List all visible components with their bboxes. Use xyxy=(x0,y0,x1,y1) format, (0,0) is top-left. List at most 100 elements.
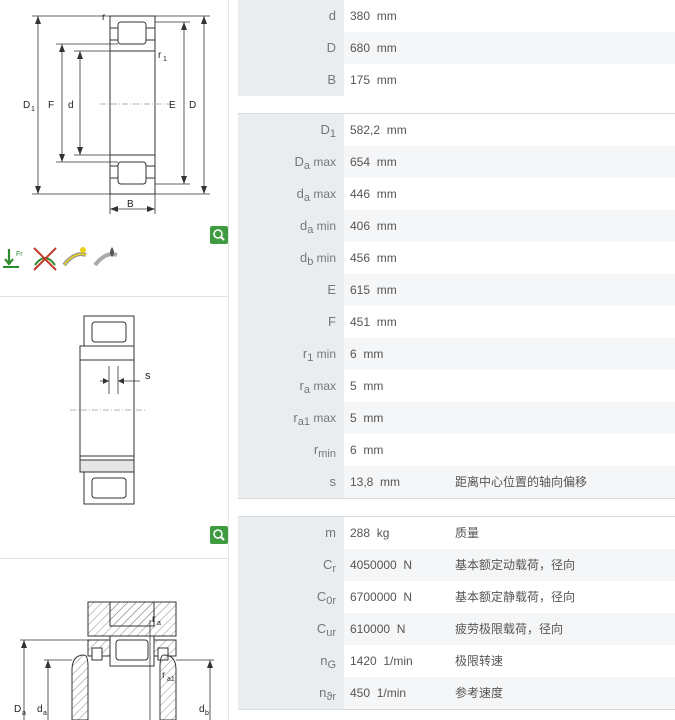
param-description: 基本额定静载荷，径向 xyxy=(455,590,576,604)
symbol-sub: r xyxy=(332,563,336,575)
symbol-suffix: min xyxy=(313,347,336,361)
symbol-main: C xyxy=(316,621,327,636)
param-value: 288 kg xyxy=(350,517,389,549)
param-value: 6700000 N xyxy=(350,581,412,613)
value-unit: mm xyxy=(363,411,384,425)
symbol-main: C xyxy=(316,589,327,604)
value-number: 6700000 xyxy=(350,590,397,604)
param-symbol: nϑr xyxy=(238,677,344,709)
value-number: 380 xyxy=(350,9,371,23)
param-symbol: nG xyxy=(238,645,344,677)
table-row: D1 582,2 mm xyxy=(238,114,675,146)
value-unit: mm xyxy=(363,347,384,361)
value-number: 406 xyxy=(350,219,371,233)
param-value: 456 mm xyxy=(350,242,397,274)
table-row: m 288 kg 质量 xyxy=(238,517,675,549)
value-unit: 1/min xyxy=(376,686,407,700)
axial-displacement-drawing: s xyxy=(70,315,151,505)
param-description: 极限转速 xyxy=(455,654,504,668)
symbol-suffix: max xyxy=(309,379,336,393)
param-value: 406 mm xyxy=(350,210,397,242)
value-unit: mm xyxy=(376,315,397,329)
param-symbol: s xyxy=(238,466,344,498)
param-symbol: Da max xyxy=(238,146,344,178)
value-number: 451 xyxy=(350,315,371,329)
param-value: 615 mm xyxy=(350,274,397,306)
value-unit: mm xyxy=(376,73,397,87)
load-rating-icon[interactable]: Fr xyxy=(1,245,29,273)
label-B: B xyxy=(127,199,134,210)
drawings-panel: r r 1 D 1 F d E D B Fr s r a r a1 D a d … xyxy=(0,0,232,720)
value-number: 6 xyxy=(350,443,357,457)
symbol-sub: ϑr xyxy=(326,691,336,703)
value-unit: N xyxy=(396,622,406,636)
symbol-main: D xyxy=(326,40,336,55)
svg-text:Fr: Fr xyxy=(16,251,23,258)
param-symbol: d xyxy=(238,0,344,32)
table-row: ra1 max 5 mm xyxy=(238,402,675,434)
label-r1-sub: 1 xyxy=(163,56,167,63)
symbol-main: B xyxy=(327,72,336,87)
value-unit: mm xyxy=(376,219,397,233)
value-unit: mm xyxy=(376,155,397,169)
symbol-main: D xyxy=(294,154,304,169)
table-row: C0r 6700000 N 基本额定静载荷，径向 xyxy=(238,581,675,613)
label-D: D xyxy=(189,100,196,111)
param-value: 6 mm xyxy=(350,434,383,466)
param-description: 参考速度 xyxy=(455,686,504,700)
symbol-main: s xyxy=(329,474,337,489)
param-symbol: ra1 max xyxy=(238,402,344,434)
param-symbol: D1 xyxy=(238,114,344,146)
table-row: da min 406 mm xyxy=(238,210,675,242)
symbol-suffix: min xyxy=(313,251,336,265)
symbol-sub: ur xyxy=(326,627,336,639)
zoom-icon[interactable] xyxy=(210,526,228,544)
no-misalignment-icon[interactable] xyxy=(31,245,59,273)
label-s: s xyxy=(145,370,151,382)
table-row: nϑr 450 1/min 参考速度 xyxy=(238,677,675,709)
label-Da-sub: a xyxy=(22,710,26,717)
value-number: 456 xyxy=(350,251,371,265)
param-description: 疲劳极限载荷，径向 xyxy=(455,622,564,636)
symbol-main: D xyxy=(320,122,330,137)
table-row: db min 456 mm xyxy=(238,242,675,274)
value-number: 288 xyxy=(350,526,371,540)
param-symbol: rmin xyxy=(238,434,344,466)
label-r1: r xyxy=(158,50,162,61)
param-symbol: da max xyxy=(238,178,344,210)
value-number: 582,2 xyxy=(350,123,381,137)
symbol-sub: G xyxy=(327,659,336,671)
symbol-sub: 0r xyxy=(326,595,336,607)
symbol-suffix: max xyxy=(309,187,336,201)
value-number: 13,8 xyxy=(350,475,374,489)
value-unit: N xyxy=(403,558,413,572)
zoom-icon[interactable] xyxy=(210,226,228,244)
table-row: B 175 mm xyxy=(238,64,675,96)
value-number: 654 xyxy=(350,155,371,169)
lubrication-icon[interactable] xyxy=(92,245,120,273)
label-d: d xyxy=(68,100,74,111)
table-row: da max 446 mm xyxy=(238,178,675,210)
param-description: 距离中心位置的轴向偏移 xyxy=(455,475,588,489)
param-symbol: da min xyxy=(238,210,344,242)
value-number: 450 xyxy=(350,686,371,700)
symbol-main: m xyxy=(325,525,336,540)
table-row: Cur 610000 N 疲劳极限载荷，径向 xyxy=(238,613,675,645)
value-number: 175 xyxy=(350,73,371,87)
mounting-dimension-drawing: r a r a1 D a d a d b xyxy=(14,601,214,720)
bearing-arc-icon[interactable] xyxy=(61,245,89,273)
param-symbol: ra max xyxy=(238,370,344,402)
value-number: 6 xyxy=(350,347,357,361)
param-value: 610000 N xyxy=(350,613,405,645)
label-db: d xyxy=(199,704,205,715)
label-da: d xyxy=(37,704,43,715)
label-ra1-sub: a1 xyxy=(167,676,175,683)
param-description: 基本额定动载荷，径向 xyxy=(455,558,576,572)
value-unit: kg xyxy=(376,526,390,540)
performance-data-table: m 288 kg 质量 Cr 4050000 N 基本额定动载荷，径向 C0r 6700000… xyxy=(238,516,675,710)
value-number: 5 xyxy=(350,411,357,425)
param-value: 6 mm xyxy=(350,338,383,370)
table-row: E 615 mm xyxy=(238,274,675,306)
param-symbol: D xyxy=(238,32,344,64)
table-row: D 680 mm xyxy=(238,32,675,64)
